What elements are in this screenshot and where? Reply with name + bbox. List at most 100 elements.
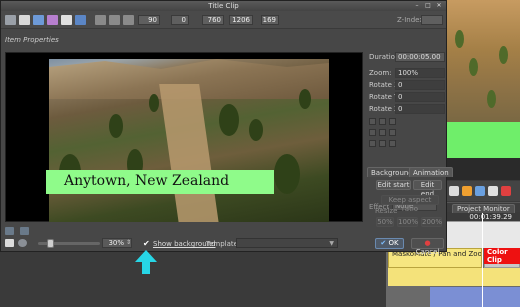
forward-icon[interactable] [475,186,485,196]
rotate-y-row: Rotate Y: 0 [367,92,446,102]
clip-tag: Color Clip [484,248,520,264]
timeline-timecode: 00:01:39.29 [469,213,512,221]
title-clip-dialog: Title Clip – □ ✕ 90 0 760 1206 169 Z-Ind… [0,0,453,256]
y-field[interactable]: 0 [171,15,189,25]
play-icon[interactable] [462,186,472,196]
zoom-field[interactable]: 100% [395,68,445,78]
image-tool-icon[interactable] [47,15,58,25]
zoom-row: Zoom: 100% [367,68,446,78]
align-top-right-button[interactable] [389,118,396,125]
x-field[interactable]: 90 [138,15,160,25]
align-right-button[interactable] [389,129,396,136]
preview-dark-area [447,158,520,180]
tree-shape [249,119,263,141]
tab-project-monitor[interactable]: Project Monitor [452,204,515,213]
rotate-z-row: Rotate Z: 0 [367,104,446,114]
duration-row: Duration 00:00:05.00 [367,52,446,62]
rotate-x-row: Rotate X: 0 [367,80,446,90]
align-center-button[interactable] [379,129,386,136]
rewind-icon[interactable] [449,186,459,196]
rotate-y-field[interactable]: 0 [395,92,445,102]
edit-start-button[interactable]: Edit start [376,180,411,190]
rotate-x-field[interactable]: 0 [395,80,445,90]
preview-tree [487,90,496,108]
zindex-field[interactable] [421,15,443,25]
property-tabs: Background Animation [367,167,453,177]
zoom-out-icon[interactable] [18,239,27,247]
title-text[interactable]: Anytown, New Zealand [64,173,229,189]
cancel-icon: ● [424,239,431,247]
align-bottom-button[interactable] [379,140,386,147]
show-background-checkbox[interactable]: ✔ [143,240,150,248]
align-top-button[interactable] [379,118,386,125]
tree-shape [299,89,311,109]
cancel-label: Cancel [415,248,440,256]
close-icon[interactable]: ✕ [435,2,443,10]
zoom-icon[interactable] [488,186,498,196]
tab-animation[interactable]: Animation [409,167,453,177]
align-bottom-right-button[interactable] [389,140,396,147]
align-bottom-left-button[interactable] [369,140,376,147]
resize-50-button[interactable]: 50% [376,217,394,227]
preview-tree [455,30,464,48]
monitor-tabbar: Project Monitor [447,202,520,213]
tree-shape [109,114,123,138]
record-icon[interactable] [501,186,511,196]
keep-aspect-ratio-button[interactable]: Keep aspect ratio [381,195,439,213]
template-select[interactable]: ▼ [236,238,338,248]
align-icon[interactable] [109,15,120,25]
preview-title-overlay [447,122,520,158]
minimize-icon[interactable]: – [413,2,421,10]
maximize-icon[interactable]: □ [424,2,432,10]
resize-200-button[interactable]: 200% [421,217,442,227]
width-field[interactable]: 760 [202,15,224,25]
ok-button[interactable]: ✔ OK [375,238,404,249]
timeline-ruler[interactable] [447,221,520,248]
select-tool-icon[interactable] [5,15,16,25]
app-root: Project Monitor 00:01:39.29 MaskoMate / … [0,0,520,307]
dialog-title: Title Clip [208,2,239,10]
tree-shape [274,154,300,194]
resize-label: Resize [375,207,398,215]
road-shape [159,84,219,222]
height-field[interactable]: 1206 [229,15,253,25]
layer-up-icon[interactable] [5,227,14,235]
tree-shape [219,104,239,136]
check-icon: ✔ [380,239,387,247]
zoom-slider-handle[interactable] [47,239,54,248]
preview-monitor [447,0,520,122]
monitor-toolbar [447,181,520,201]
tree-shape [149,94,159,112]
cancel-button[interactable]: ● Cancel [411,238,444,256]
annotation-arrow-icon [135,250,157,274]
preview-tree [469,58,478,76]
rectangle-tool-icon[interactable] [33,15,44,25]
rotate-z-field[interactable]: 0 [395,104,445,114]
align-top-left-button[interactable] [369,118,376,125]
chevron-down-icon: ▼ [329,240,334,247]
dialog-titlebar: Title Clip – □ ✕ [1,1,446,11]
save-document-icon[interactable] [75,15,86,25]
spin-arrows-icon[interactable]: ⇕ [126,239,131,246]
duration-field[interactable]: 00:00:05.00 [395,52,445,62]
depth-field[interactable]: 169 [261,15,279,25]
layer-down-icon[interactable] [20,227,29,235]
open-document-icon[interactable] [61,15,72,25]
align-left-button[interactable] [369,129,376,136]
edit-end-button[interactable]: Edit end [413,180,442,198]
align-icon[interactable] [123,15,134,25]
playhead[interactable] [482,213,483,307]
ok-label: OK [388,239,399,247]
resize-100-button[interactable]: 100% [397,217,418,227]
background-image [49,59,329,222]
align-icon[interactable] [95,15,106,25]
title-toolbar: 90 0 760 1206 169 Z-Index: [1,11,446,29]
item-properties-label: Item Properties [5,36,59,44]
timeline-clip-yellow[interactable] [388,268,520,286]
document-icon[interactable] [5,239,14,247]
zoom-label: Zoom: [369,69,392,77]
text-tool-icon[interactable] [19,15,30,25]
preview-tree [499,46,508,64]
title-canvas[interactable]: Anytown, New Zealand [5,52,363,222]
timeline-clip-blue[interactable] [430,287,520,307]
